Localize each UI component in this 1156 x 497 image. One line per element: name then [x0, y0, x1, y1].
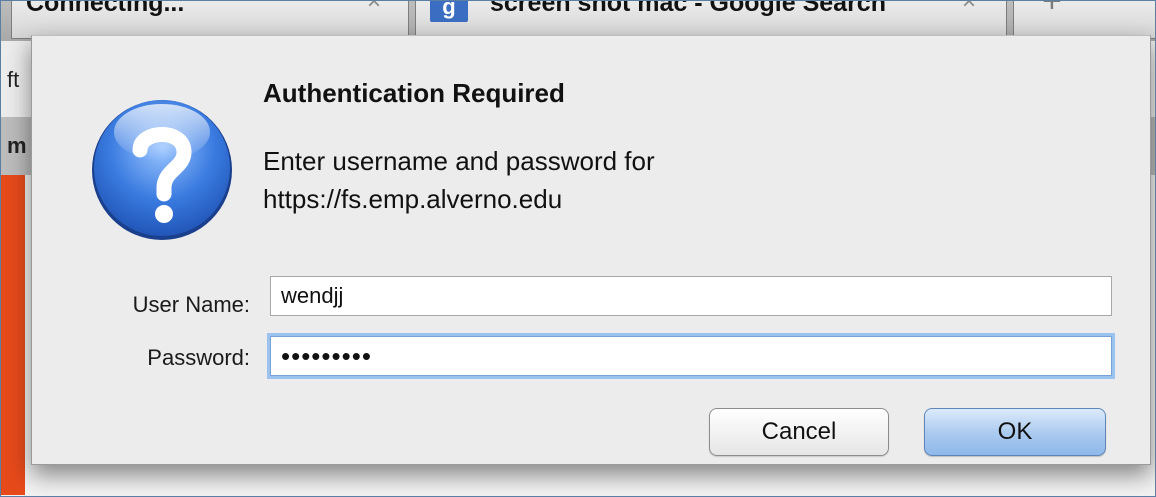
- new-tab-button[interactable]: +: [1013, 0, 1155, 39]
- close-icon[interactable]: ×: [962, 1, 976, 16]
- username-input[interactable]: [270, 276, 1112, 316]
- tab-title: Connecting...: [26, 0, 185, 17]
- url-text[interactable]: ft: [7, 67, 19, 93]
- password-label: Password:: [147, 345, 250, 370]
- tab-google-search[interactable]: g screen shot mac - Google Search ×: [415, 0, 1007, 39]
- plus-icon: +: [1042, 0, 1062, 20]
- close-icon[interactable]: ×: [367, 1, 381, 16]
- google-favicon-icon: g: [430, 1, 468, 22]
- browser-window: Connecting... × g screen shot mac - Goog…: [0, 0, 1156, 497]
- ok-button[interactable]: OK: [924, 408, 1106, 456]
- bookmark-item[interactable]: m: [7, 133, 27, 159]
- message-url: https://fs.emp.alverno.edu: [263, 184, 563, 214]
- dialog-title: Authentication Required: [263, 78, 565, 108]
- question-mark-icon: [92, 100, 232, 240]
- message-line: Enter username and password for: [263, 146, 655, 176]
- tab-connecting[interactable]: Connecting... ×: [11, 0, 409, 39]
- authentication-dialog: Authentication Required Enter username a…: [31, 35, 1151, 465]
- username-label: User Name:: [132, 292, 250, 317]
- dialog-message: Enter username and password for https://…: [263, 142, 655, 218]
- password-input[interactable]: [270, 336, 1112, 376]
- page-content-strip: [1, 175, 25, 495]
- tab-title: screen shot mac - Google Search: [490, 0, 886, 17]
- cancel-button[interactable]: Cancel: [709, 408, 889, 456]
